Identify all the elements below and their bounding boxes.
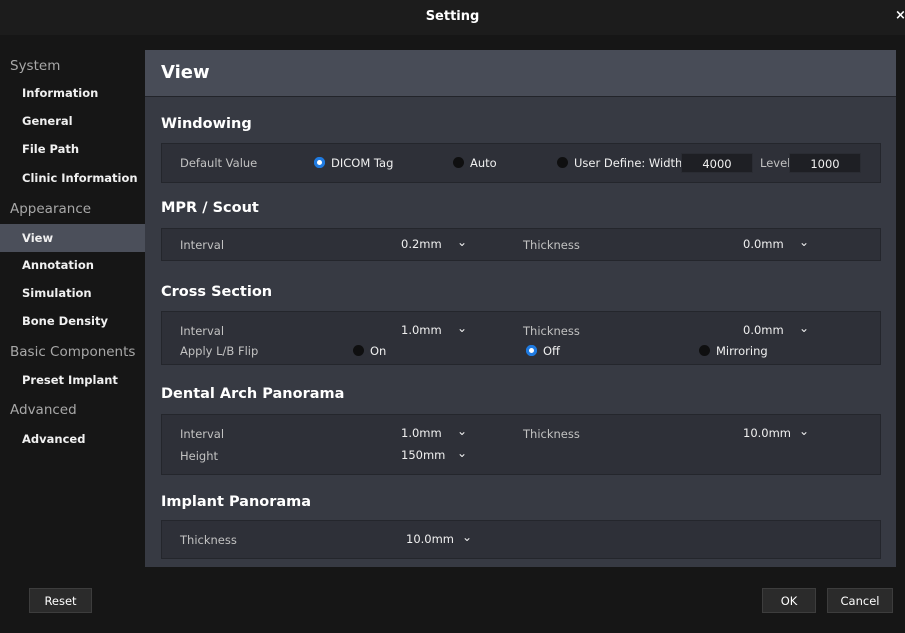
- sidebar-item-bone-density[interactable]: Bone Density: [0, 307, 145, 335]
- mpr-thickness-label: Thickness: [523, 238, 580, 252]
- implant-panorama-group: Thickness 10.0mm ⌄: [161, 520, 881, 559]
- level-input[interactable]: 1000: [789, 153, 861, 173]
- sidebar: System Information General File Path Cli…: [0, 35, 145, 565]
- windowing-group: Default Value DICOM Tag Auto User Define…: [161, 143, 881, 183]
- flip-label: Apply L/B Flip: [180, 344, 259, 358]
- section-title-windowing: Windowing: [161, 116, 252, 132]
- ok-button[interactable]: OK: [762, 588, 816, 613]
- sidebar-item-simulation[interactable]: Simulation: [0, 279, 145, 307]
- dental-interval-label: Interval: [180, 427, 225, 441]
- sidebar-category-system: System: [10, 58, 61, 74]
- window-title: Setting: [425, 9, 480, 24]
- cross-thickness-label: Thickness: [523, 324, 580, 338]
- radio-flip-off[interactable]: Off: [526, 344, 560, 358]
- radio-unselected-icon: [353, 345, 364, 356]
- sidebar-item-clinic-information[interactable]: Clinic Information: [0, 164, 145, 192]
- dental-interval-select[interactable]: 1.0mm ⌄: [396, 424, 471, 444]
- cross-thickness-select[interactable]: 0.0mm ⌄: [738, 321, 813, 341]
- dental-thickness-select[interactable]: 10.0mm ⌄: [738, 424, 813, 444]
- dental-thickness-label: Thickness: [523, 427, 580, 441]
- chevron-down-icon: ⌄: [456, 424, 467, 438]
- mpr-interval-label: Interval: [180, 238, 225, 252]
- level-label: Level: [760, 156, 791, 170]
- sidebar-item-file-path[interactable]: File Path: [0, 135, 145, 163]
- title-bar: Setting ×: [0, 0, 905, 35]
- chevron-down-icon: ⌄: [461, 530, 472, 544]
- radio-flip-mirroring[interactable]: Mirroring: [699, 344, 768, 358]
- reset-button[interactable]: Reset: [29, 588, 92, 613]
- implant-thickness-select[interactable]: 10.0mm ⌄: [401, 530, 476, 550]
- radio-unselected-icon: [557, 157, 568, 168]
- chevron-down-icon: ⌄: [798, 321, 809, 335]
- chevron-down-icon: ⌄: [798, 424, 809, 438]
- dental-arch-group: Interval 1.0mm ⌄ Thickness 10.0mm ⌄ Heig…: [161, 414, 881, 475]
- dental-height-label: Height: [180, 449, 219, 463]
- cross-interval-label: Interval: [180, 324, 225, 338]
- settings-panel: View Windowing Default Value DICOM Tag A…: [145, 50, 896, 567]
- implant-thickness-label: Thickness: [180, 533, 237, 547]
- radio-dicom-tag[interactable]: DICOM Tag: [314, 156, 393, 170]
- radio-auto[interactable]: Auto: [453, 156, 497, 170]
- radio-selected-icon: [314, 157, 325, 168]
- section-title-dental-arch-panorama: Dental Arch Panorama: [161, 386, 345, 402]
- sidebar-item-annotation[interactable]: Annotation: [0, 251, 145, 279]
- radio-unselected-icon: [453, 157, 464, 168]
- sidebar-item-view[interactable]: View: [0, 224, 145, 252]
- width-input[interactable]: 4000: [681, 153, 753, 173]
- mpr-scout-group: Interval 0.2mm ⌄ Thickness 0.0mm ⌄: [161, 228, 881, 261]
- section-title-mpr-scout: MPR / Scout: [161, 200, 259, 216]
- sidebar-item-information[interactable]: Information: [0, 79, 145, 107]
- dental-height-select[interactable]: 150mm ⌄: [396, 446, 471, 466]
- sidebar-item-advanced[interactable]: Advanced: [0, 425, 145, 453]
- chevron-down-icon: ⌄: [456, 321, 467, 335]
- section-title-cross-section: Cross Section: [161, 284, 273, 300]
- close-icon[interactable]: ×: [895, 8, 905, 23]
- mpr-thickness-select[interactable]: 0.0mm ⌄: [738, 235, 813, 255]
- chevron-down-icon: ⌄: [456, 446, 467, 460]
- page-title: View: [161, 62, 210, 83]
- cancel-button[interactable]: Cancel: [827, 588, 893, 613]
- sidebar-category-advanced: Advanced: [10, 402, 77, 418]
- sidebar-item-general[interactable]: General: [0, 107, 145, 135]
- mpr-interval-select[interactable]: 0.2mm ⌄: [396, 235, 471, 255]
- cross-interval-select[interactable]: 1.0mm ⌄: [396, 321, 471, 341]
- radio-user-define[interactable]: User Define: Width: [557, 156, 682, 170]
- radio-selected-icon: [526, 345, 537, 356]
- section-title-implant-panorama: Implant Panorama: [161, 494, 312, 510]
- radio-unselected-icon: [699, 345, 710, 356]
- sidebar-item-preset-implant[interactable]: Preset Implant: [0, 366, 145, 394]
- sidebar-category-basic-components: Basic Components: [10, 344, 136, 360]
- chevron-down-icon: ⌄: [798, 235, 809, 249]
- panel-header: View: [145, 50, 896, 97]
- sidebar-category-appearance: Appearance: [10, 201, 92, 217]
- cross-section-group: Interval 1.0mm ⌄ Thickness 0.0mm ⌄ Apply…: [161, 311, 881, 365]
- chevron-down-icon: ⌄: [456, 235, 467, 249]
- default-value-label: Default Value: [180, 156, 258, 170]
- radio-flip-on[interactable]: On: [353, 344, 386, 358]
